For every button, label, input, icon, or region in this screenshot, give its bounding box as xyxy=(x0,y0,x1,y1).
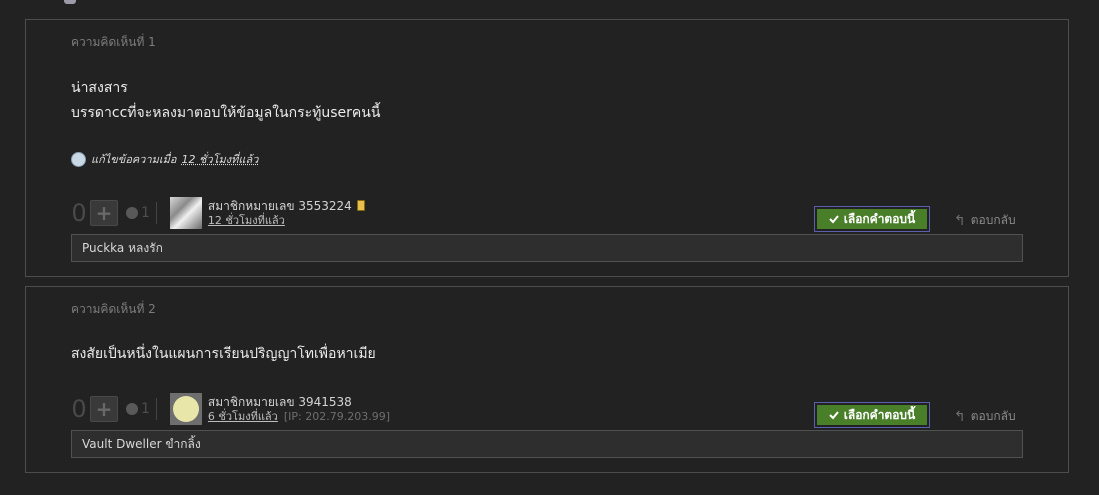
previous-avatar xyxy=(64,0,76,4)
vote-plus-button[interactable]: + xyxy=(90,396,118,422)
vote-score: 0 xyxy=(71,199,87,227)
reply-label: ตอบกลับ xyxy=(970,213,1016,227)
divider xyxy=(155,398,157,420)
edit-note: แก้ไขข้อความเมื่อ 12 ชั่วโมงที่แล้ว xyxy=(71,150,258,168)
check-icon xyxy=(829,411,839,420)
comment-2: ความคิดเห็นที่ 2 สงสัยเป็นหนึ่งในแผนการเ… xyxy=(25,286,1069,473)
check-icon xyxy=(829,215,839,224)
member-info: สมาชิกหมายเลข 3553224 12 ชั่วโมงที่แล้ว xyxy=(208,199,365,228)
comment-body: น่าสงสาร บรรดาccที่จะหลงมาตอบให้ข้อมูลใน… xyxy=(71,76,380,126)
member-name[interactable]: สมาชิกหมายเลข 3553224 xyxy=(208,199,352,213)
emotion-reaction-bar: Puckka หลงรัก xyxy=(71,234,1023,262)
comment-body-line: สงสัยเป็นหนึ่งในแผนการเรียนปริญญาโทเพื่อ… xyxy=(71,346,376,362)
comment-time[interactable]: 6 ชั่วโมงที่แล้ว xyxy=(208,410,278,423)
select-answer-label: เลือกคำตอบนี้ xyxy=(843,407,916,422)
reply-arrow-icon: ↰ xyxy=(954,408,966,425)
select-answer-button[interactable]: เลือกคำตอบนี้ xyxy=(814,206,930,232)
emotion-count: 1 xyxy=(141,401,150,417)
vote-score: 0 xyxy=(71,395,87,423)
select-answer-label: เลือกคำตอบนี้ xyxy=(843,211,916,226)
member-info: สมาชิกหมายเลข 3941538 6 ชั่วโมงที่แล้ว [I… xyxy=(208,395,390,424)
reply-arrow-icon: ↰ xyxy=(954,212,966,229)
edit-note-prefix: แก้ไขข้อความเมื่อ xyxy=(91,153,177,166)
comment-1: ความคิดเห็นที่ 1 น่าสงสาร บรรดาccที่จะหล… xyxy=(25,19,1069,277)
vote-row: 0 + 1 สมาชิกหมายเลข 3553224 12 ชั่วโมงที… xyxy=(70,197,365,229)
mobile-phone-icon xyxy=(356,200,365,211)
edit-history-icon xyxy=(71,151,86,167)
member-name[interactable]: สมาชิกหมายเลข 3941538 xyxy=(208,395,352,409)
reply-button[interactable]: ↰ ตอบกลับ xyxy=(954,211,1016,230)
edit-note-time[interactable]: 12 ชั่วโมงที่แล้ว xyxy=(182,150,259,168)
avatar[interactable] xyxy=(169,197,202,229)
vote-row: 0 + 1 สมาชิกหมายเลข 3941538 6 ชั่วโมงที่… xyxy=(70,393,390,425)
emotion-icon[interactable] xyxy=(126,207,138,219)
comment-number-label: ความคิดเห็นที่ 2 xyxy=(71,302,156,316)
ip-address: [IP: 202.79.203.99] xyxy=(283,409,390,423)
select-answer-button[interactable]: เลือกคำตอบนี้ xyxy=(814,402,930,428)
emotion-count: 1 xyxy=(141,205,150,221)
comment-body: สงสัยเป็นหนึ่งในแผนการเรียนปริญญาโทเพื่อ… xyxy=(71,342,376,367)
plus-icon: + xyxy=(95,397,113,421)
avatar[interactable] xyxy=(169,393,202,425)
emotion-reaction-bar: Vault Dweller ขำกลิ้ง xyxy=(71,430,1023,458)
reply-button[interactable]: ↰ ตอบกลับ xyxy=(954,407,1016,426)
reply-label: ตอบกลับ xyxy=(970,409,1016,423)
comment-number-label: ความคิดเห็นที่ 1 xyxy=(71,35,156,49)
plus-icon: + xyxy=(95,201,113,225)
comment-time[interactable]: 12 ชั่วโมงที่แล้ว xyxy=(208,214,285,227)
divider xyxy=(155,202,157,224)
emotion-icon[interactable] xyxy=(126,403,138,415)
comment-body-line: บรรดาccที่จะหลงมาตอบให้ข้อมูลในกระทู้use… xyxy=(71,105,381,121)
comment-body-line: น่าสงสาร xyxy=(71,80,128,96)
vote-plus-button[interactable]: + xyxy=(90,200,118,226)
